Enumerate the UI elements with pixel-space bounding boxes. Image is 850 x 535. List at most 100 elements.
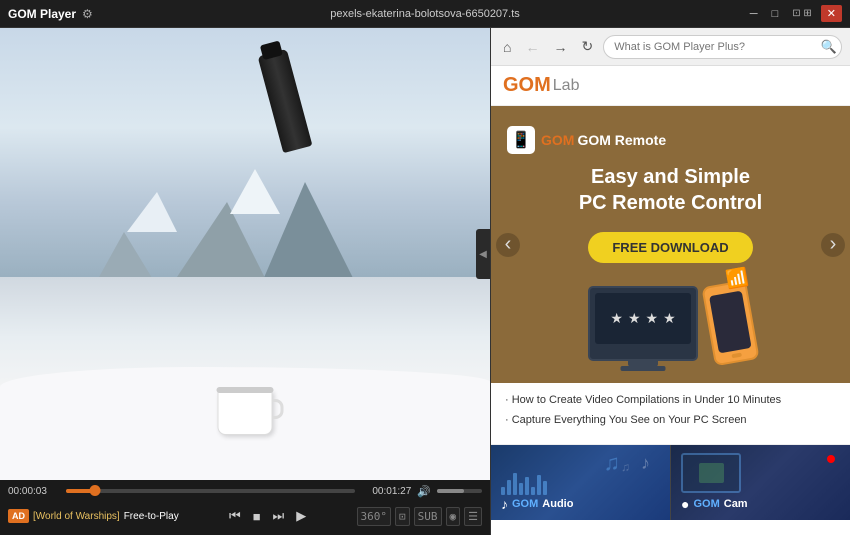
collapse-btn[interactable]: ◀ (476, 229, 490, 279)
main-layout: ◀ 00:00:03 00:01:27 🔊 AD (0, 28, 850, 535)
gom-remote-title-group: GOM GOM Remote (541, 132, 666, 148)
banner-tagline: Easy and Simple PC Remote Control (507, 164, 834, 216)
volume-icon[interactable]: 🔊 (417, 485, 431, 498)
volume-track[interactable] (437, 489, 482, 493)
browser-content[interactable]: GOM Lab ‹ › 📱 GOM GOM Remote (491, 66, 850, 535)
record-dot (827, 455, 835, 463)
gom-remote-header: 📱 GOM GOM Remote (507, 126, 834, 154)
browser-home-btn[interactable]: ⌂ (499, 37, 515, 57)
video-scene (0, 28, 490, 480)
sub-btn[interactable]: SUB (414, 507, 442, 526)
collapse-icon: ◀ (479, 249, 487, 260)
close-btn[interactable]: ✕ (821, 5, 842, 22)
ad-cta: Free-to-Play (124, 511, 179, 522)
gomlab-logo: GOM Lab (503, 74, 579, 97)
app-logo: GOM Player (8, 7, 76, 21)
banner-illustration: ★ ★ ★ ★ 📶 (507, 283, 834, 363)
mug-container (218, 390, 273, 435)
article-text-1: · How to Create Video Compilations in Un… (505, 393, 781, 408)
browser-refresh-btn[interactable]: ↻ (577, 36, 597, 57)
free-download-btn[interactable]: FREE DOWNLOAD (588, 232, 752, 263)
volume-fill (437, 489, 464, 493)
gom-cam-icon: ● (681, 496, 689, 512)
maximize-btn[interactable]: □ (767, 6, 784, 22)
window-controls-extra: ⊡ ⊞ (787, 6, 817, 21)
minimize-btn[interactable]: ─ (745, 6, 763, 22)
phone-illus: 📶 (701, 280, 759, 367)
gom-audio-gom: GOM (512, 498, 538, 510)
video-panel: ◀ 00:00:03 00:01:27 🔊 AD (0, 28, 490, 535)
video-area[interactable]: ◀ (0, 28, 490, 480)
mug-rim (217, 387, 274, 393)
progress-row: 00:00:03 00:01:27 🔊 (8, 480, 482, 502)
article-item-2[interactable]: · Capture Everything You See on Your PC … (505, 413, 836, 428)
gom-audio-name: Audio (542, 498, 573, 510)
mug (218, 390, 273, 435)
playlist-btn[interactable]: ☰ (464, 507, 482, 526)
title-bar: GOM Player ⚙ pexels-ekaterina-bolotsova-… (0, 0, 850, 28)
ad-game-label: [World of Warships] (33, 511, 120, 522)
gom-remote-gom: GOM (541, 132, 574, 148)
gom-remote-banner: ‹ › 📱 GOM GOM Remote Easy and Simple (491, 106, 850, 383)
mountain-snow-2 (230, 169, 280, 214)
search-go-btn[interactable]: 🔍 (821, 39, 837, 55)
gom-cam-name: Cam (724, 498, 748, 510)
phone-home-btn (731, 353, 742, 359)
banner-prev-btn[interactable]: ‹ (496, 233, 520, 257)
gom-audio-icon: ♪ (501, 496, 508, 512)
banner-next-btn[interactable]: › (821, 233, 845, 257)
wifi-icon: 📶 (724, 266, 750, 291)
prev-btn[interactable]: ⏭ (269, 506, 289, 526)
gom-logo-gom: GOM (503, 74, 551, 97)
app-card-gom-cam[interactable]: ● GOM Cam (670, 445, 850, 520)
browser-back-btn[interactable]: ← (521, 37, 543, 57)
browser-nav: ⌂ ← → ↻ 🔍 (491, 28, 850, 66)
next-btn[interactable]: ▶ (292, 506, 310, 526)
progress-thumb[interactable] (89, 485, 100, 496)
title-bar-left: GOM Player ⚙ (8, 7, 93, 21)
gom-remote-label: GOM Remote (577, 132, 666, 148)
tagline-line1: Easy and Simple (507, 164, 834, 190)
stop-btn[interactable]: ■ (249, 507, 265, 526)
monitor-base (621, 366, 666, 371)
progress-track[interactable] (66, 489, 355, 493)
star-4: ★ (663, 310, 676, 327)
mountain-snow-1 (127, 192, 177, 232)
browser-panel: ⌂ ← → ↻ 🔍 GOM Lab ‹ › (490, 28, 850, 535)
star-3: ★ (646, 310, 659, 327)
gom-audio-label: ♪ GOM Audio (501, 496, 573, 512)
search-input[interactable] (603, 35, 842, 59)
remote-icon-symbol: 📱 (511, 130, 531, 150)
time-current: 00:00:03 (8, 486, 60, 497)
window-controls: ─ □ ⊡ ⊞ ✕ (745, 5, 842, 22)
aspect-btn[interactable]: ⊡ (395, 507, 410, 526)
phone-screen (709, 291, 752, 354)
star-2: ★ (628, 310, 641, 327)
articles-section: · How to Create Video Compilations in Un… (491, 383, 850, 445)
browser-forward-btn[interactable]: → (549, 37, 571, 57)
star-1: ★ (610, 310, 623, 327)
controls-bar: 00:00:03 00:01:27 🔊 AD [World of Warship… (0, 480, 490, 535)
capture-btn[interactable]: ◉ (446, 507, 461, 526)
article-item-1[interactable]: · How to Create Video Compilations in Un… (505, 393, 836, 408)
search-wrapper: 🔍 (603, 35, 842, 59)
ad-badge: AD (8, 509, 29, 523)
gomlab-header: GOM Lab (491, 66, 850, 106)
buttons-row: AD [World of Warships] Free-to-Play ⏮ ■ … (8, 502, 482, 530)
tagline-line2: PC Remote Control (507, 190, 834, 216)
monitor-illus: ★ ★ ★ ★ (588, 286, 698, 361)
app-card-gom-audio[interactable]: ♫ ♪ ♫ (491, 445, 670, 520)
360-btn[interactable]: 360° (357, 507, 392, 526)
time-total: 00:01:27 (361, 486, 411, 497)
gom-cam-label: ● GOM Cam (681, 496, 748, 512)
article-text-2: · Capture Everything You See on Your PC … (505, 413, 747, 428)
gom-logo-lab: Lab (553, 77, 580, 95)
play-btn[interactable]: ⏮ (225, 506, 245, 526)
filename-label: pexels-ekaterina-bolotsova-6650207.ts (330, 8, 520, 20)
mug-handle (272, 399, 284, 419)
gom-cam-gom: GOM (693, 498, 719, 510)
gom-remote-icon: 📱 (507, 126, 535, 154)
ad-game: World of Warships (36, 511, 117, 522)
settings-icon[interactable]: ⚙ (82, 7, 93, 21)
monitor-screen: ★ ★ ★ ★ (595, 293, 691, 344)
